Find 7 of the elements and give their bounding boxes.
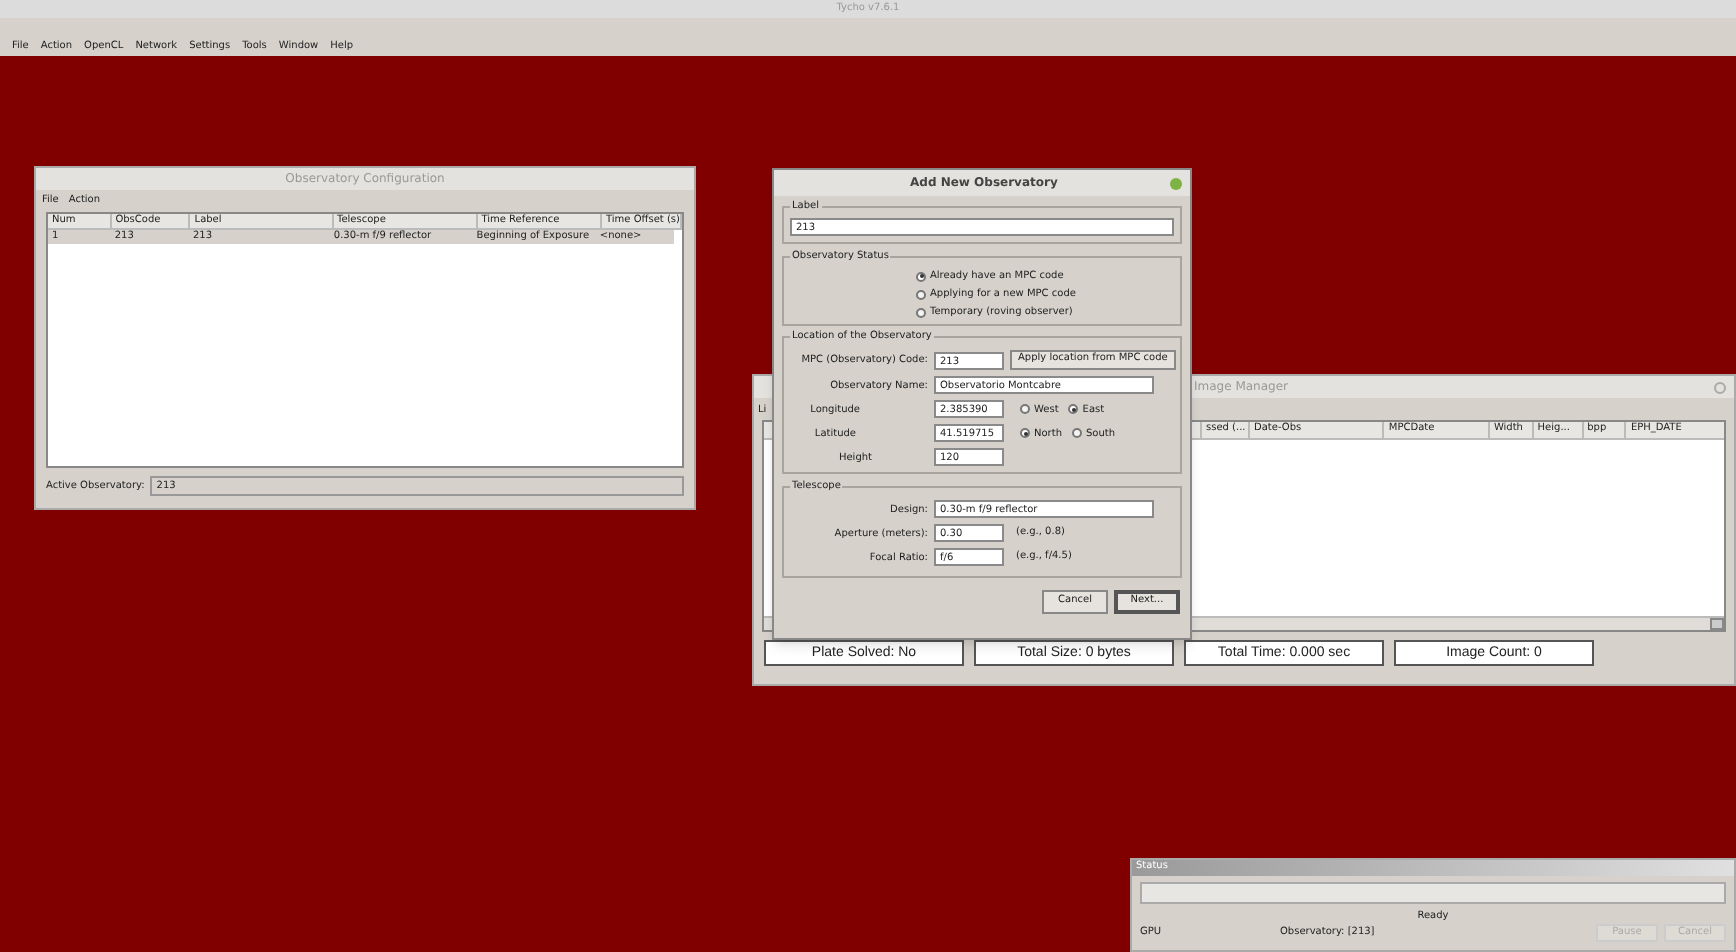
- radio-button[interactable]: [916, 289, 926, 299]
- radio-button[interactable]: [1020, 404, 1030, 414]
- radio-button[interactable]: [1071, 428, 1082, 438]
- radio-button[interactable]: [916, 271, 926, 281]
- radio-button[interactable]: [1068, 404, 1079, 414]
- radio-button[interactable]: [1020, 428, 1030, 438]
- radio-button[interactable]: [916, 307, 926, 317]
